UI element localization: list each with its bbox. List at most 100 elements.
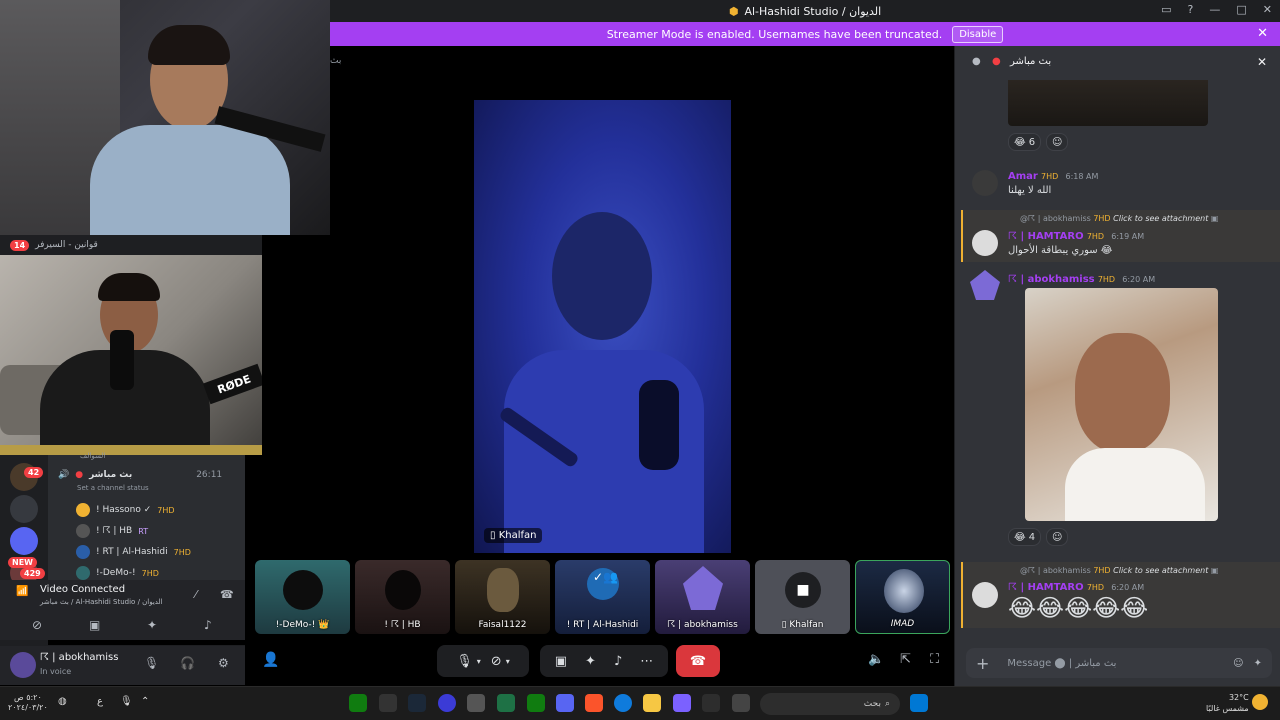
reply-preview[interactable]: @☈ | abokhamiss 7HD Click to see attachm… xyxy=(1020,214,1218,223)
mic-video-controls[interactable]: 🎙 ▾ ⊘ ▾ xyxy=(437,645,529,677)
soundboard-icon[interactable]: ♪ xyxy=(614,654,622,669)
participant-tile[interactable]: ✓👥 ! RT | Al-Hashidi xyxy=(555,560,650,634)
camera-icon: ■ xyxy=(785,572,821,608)
close-button[interactable]: ✕ xyxy=(1263,3,1272,16)
avatar[interactable] xyxy=(10,652,36,678)
server-icon[interactable] xyxy=(10,495,38,523)
avatar[interactable] xyxy=(972,230,998,256)
voice-member[interactable]: ! ☈ | HB RT xyxy=(76,524,148,538)
edge-icon[interactable] xyxy=(614,694,632,712)
screen-share-icon[interactable]: ▣ xyxy=(555,654,567,669)
avatar[interactable] xyxy=(972,170,998,196)
disconnect-icon[interactable]: ☎ xyxy=(220,588,234,601)
voice-connected-title[interactable]: Video Connected xyxy=(40,584,125,595)
screen-share-icon[interactable]: ▣ xyxy=(89,618,100,632)
participant-tile[interactable]: ☈ | abokhamiss xyxy=(655,560,750,634)
reply-preview[interactable]: @☈ | abokhamiss 7HD Click to see attachm… xyxy=(1020,566,1218,575)
participant-tile[interactable]: IMAD xyxy=(855,560,950,634)
weather-widget[interactable]: 32°C مشمس غالبًا xyxy=(1206,692,1249,714)
activity-controls[interactable]: ▣ ✦ ♪ ⋯ xyxy=(540,645,668,677)
store-icon[interactable] xyxy=(702,694,720,712)
participant-tile[interactable]: Faisal1122 xyxy=(455,560,550,634)
xbox-icon[interactable] xyxy=(349,694,367,712)
file-explorer-icon[interactable] xyxy=(643,694,661,712)
cortana-icon[interactable] xyxy=(438,694,456,712)
add-user-icon[interactable]: 👤 xyxy=(262,652,279,668)
network-icon[interactable]: ◍ xyxy=(58,696,67,707)
username[interactable]: ☈ | abokhamiss xyxy=(40,652,118,663)
voice-member[interactable]: !-DeMo-! 7HD xyxy=(76,566,159,580)
inbox-icon[interactable]: ▭ xyxy=(1161,3,1171,16)
windows-start-icon[interactable] xyxy=(910,694,928,712)
voice-member[interactable]: ! RT | Al-Hashidi 7HD xyxy=(76,545,191,559)
popout-icon[interactable]: ⇱ xyxy=(900,652,911,667)
voice-connected-panel: 📶 Video Connected بث مباشر / Al-Hashidi … xyxy=(0,580,245,640)
excel-icon[interactable] xyxy=(497,694,515,712)
minimize-button[interactable]: — xyxy=(1209,3,1220,16)
message-input[interactable]: + Message ⬤ | بث مباشر ☺ ✦ xyxy=(966,648,1272,678)
category-label[interactable]: السوالف xyxy=(80,452,105,460)
participant-tile[interactable]: !-DeMo-! 👑 xyxy=(255,560,350,634)
chevron-up-icon[interactable]: ⌃ xyxy=(141,696,149,707)
server-icon[interactable] xyxy=(10,527,38,555)
voice-member[interactable]: ! Hassono ✓ 7HD xyxy=(76,503,175,517)
avatar[interactable] xyxy=(972,582,998,608)
activities-icon[interactable]: ✦ xyxy=(147,618,157,632)
image-icon: ▣ xyxy=(1210,214,1219,223)
disable-streamer-button[interactable]: Disable xyxy=(952,25,1004,43)
taskbar-clock[interactable]: ٥:٢٠ ص ٢٠٢٤/٠٣/٢٠ xyxy=(8,693,48,713)
message-text: سوري يبطاقة الأحوال 😂 xyxy=(1008,245,1113,256)
apps-icon[interactable]: ✦ xyxy=(1254,658,1262,669)
steam-icon[interactable] xyxy=(408,694,426,712)
emoji-icon[interactable]: ☺ xyxy=(1233,658,1243,669)
previous-attachment[interactable] xyxy=(1008,80,1208,126)
activities-icon[interactable]: ✦ xyxy=(585,654,596,669)
avatar xyxy=(76,566,90,580)
taskbar-search[interactable]: بحث ⌕ xyxy=(760,693,900,715)
close-banner-icon[interactable]: ✕ xyxy=(1257,26,1268,41)
channel-status[interactable]: Set a channel status xyxy=(77,484,149,492)
discord-icon[interactable] xyxy=(556,694,574,712)
streamer-mode-text: Streamer Mode is enabled. Usernames have… xyxy=(606,27,943,41)
app-icon[interactable] xyxy=(467,694,485,712)
microphone-icon[interactable]: 🎙 xyxy=(120,696,133,707)
task-view-icon[interactable] xyxy=(732,694,750,712)
voice-connected-subtitle[interactable]: بث مباشر / Al-Hashidi Studio / الديوان xyxy=(40,598,163,606)
soundboard-icon[interactable]: ♪ xyxy=(204,618,212,632)
maximize-button[interactable]: □ xyxy=(1236,3,1246,16)
epic-games-icon[interactable] xyxy=(379,694,397,712)
disconnect-button[interactable]: ☎ xyxy=(676,645,720,677)
xbox-app-icon[interactable] xyxy=(527,694,545,712)
attach-plus-icon[interactable]: + xyxy=(976,654,989,673)
noise-suppression-icon[interactable]: ⁄ xyxy=(195,588,197,601)
add-reaction-button[interactable]: ☺ xyxy=(1046,528,1069,546)
chat-message: ☈ | HAMTARO 7HD 6:19 AM xyxy=(1008,231,1145,242)
brave-icon[interactable] xyxy=(585,694,603,712)
main-video-feed[interactable] xyxy=(474,100,731,553)
taskbar xyxy=(0,686,1280,720)
microphone-icon[interactable]: 🎙 xyxy=(456,654,473,669)
participant-tile[interactable]: ! ☈ | HB xyxy=(355,560,450,634)
fullscreen-icon[interactable]: ⛶ xyxy=(930,652,939,667)
message-text: 😂😂😂😂😂 xyxy=(1008,594,1149,622)
headphones-icon[interactable]: 🎧 xyxy=(180,656,195,670)
add-reaction-button[interactable]: ☺ xyxy=(1046,133,1069,151)
participant-tile[interactable]: ■ ▯ Khalfan xyxy=(755,560,850,634)
close-chat-icon[interactable]: ✕ xyxy=(1257,55,1267,69)
microphone-icon[interactable]: 🎙 xyxy=(144,656,159,670)
reaction-chip[interactable]: 😂 6 xyxy=(1008,133,1042,151)
rules-channel-label[interactable]: قوانين - السيرفر xyxy=(35,240,98,250)
voice-channel[interactable]: 🔊 ● بث مباشر 26:11 xyxy=(58,470,222,480)
window-title: Al-Hashidi Studio / الديوان xyxy=(744,4,882,18)
copilot-icon[interactable] xyxy=(673,694,691,712)
language-indicator[interactable]: ع xyxy=(97,696,103,707)
camera-off-icon[interactable]: ⊘ xyxy=(491,654,502,669)
image-attachment[interactable] xyxy=(1025,288,1218,521)
help-icon[interactable]: ? xyxy=(1188,3,1194,16)
more-options-icon[interactable]: ⋯ xyxy=(640,654,653,669)
reaction-chip[interactable]: 😂 4 xyxy=(1008,528,1042,546)
settings-gear-icon[interactable]: ⚙ xyxy=(218,656,229,670)
volume-icon[interactable]: 🔈 xyxy=(868,652,884,667)
video-off-icon[interactable]: ⊘ xyxy=(32,618,42,632)
add-people-icon[interactable]: ✓👥 xyxy=(593,570,618,584)
